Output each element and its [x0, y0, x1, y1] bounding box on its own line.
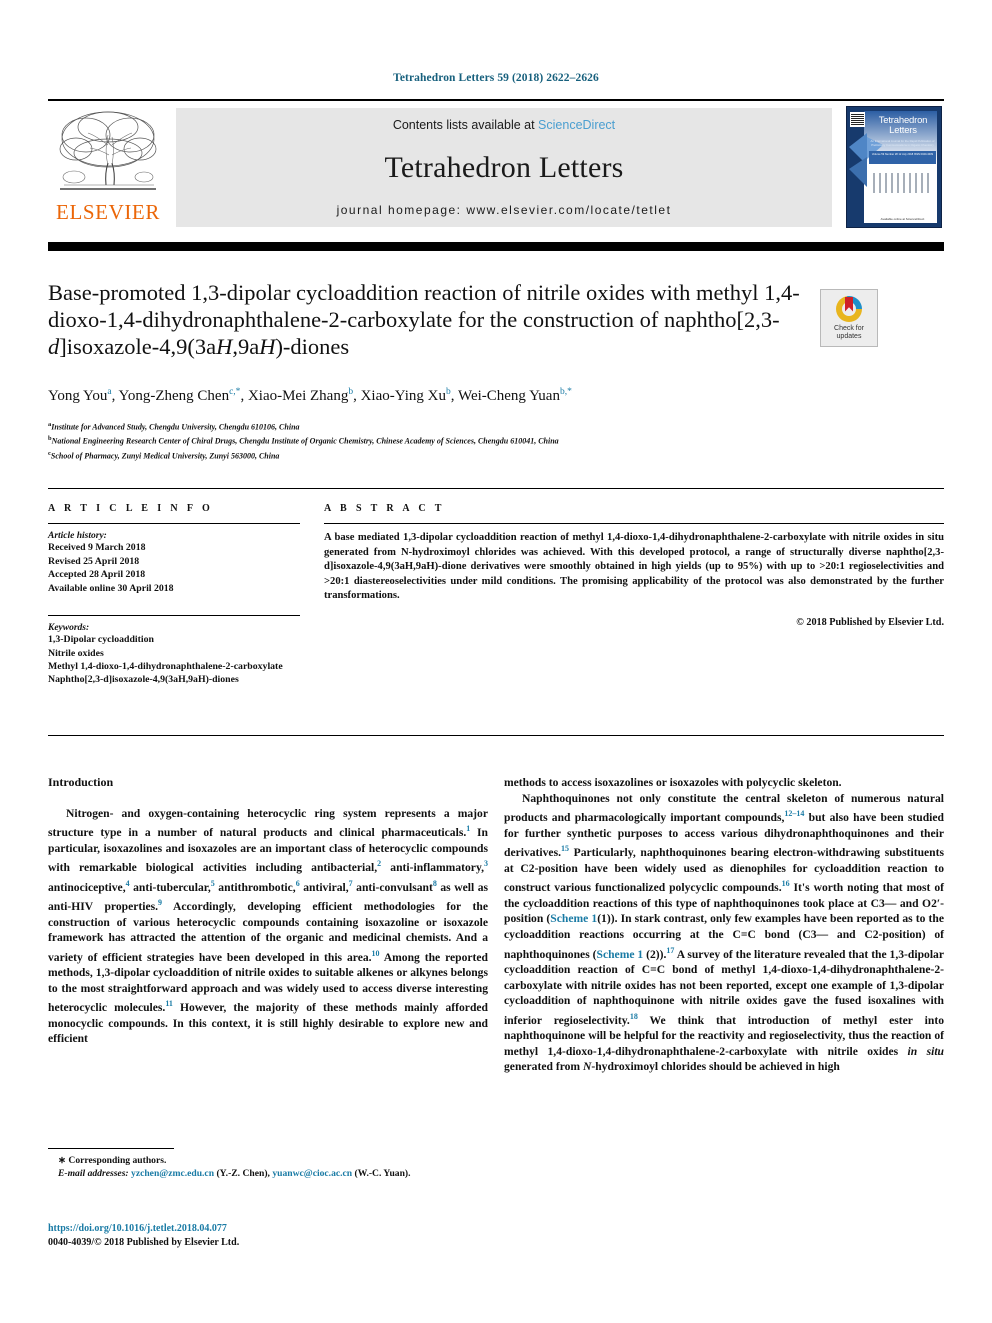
cover-footer-text: Available online at ScienceDirect — [880, 217, 925, 221]
abstract-text: A base mediated 1,3-dipolar cycloadditio… — [324, 532, 944, 601]
crossmark-label: Check for updates — [834, 325, 864, 341]
scheme-1-link[interactable]: Scheme 1 — [597, 947, 644, 960]
cover-title-line2: Letters — [889, 125, 917, 136]
email-label: E-mail addresses: — [58, 1168, 129, 1179]
journal-citation-line: Tetrahedron Letters 59 (2018) 2622–2626 — [393, 72, 599, 84]
author-affil-marker: b,* — [559, 387, 572, 397]
crossmark-badge[interactable]: Check for updates — [820, 289, 878, 347]
abstract-heading: A B S T R A C T — [324, 503, 445, 514]
affiliation-list: aInstitute for Advanced Study, Chengdu U… — [48, 419, 928, 462]
cover-scheme-graphic — [873, 173, 933, 193]
article-info-rule — [48, 523, 300, 524]
journal-article-page: Tetrahedron Letters 59 (2018) 2622–2626 — [0, 0, 992, 1323]
author-affil-marker: a — [107, 387, 112, 397]
author-name: Wei-Cheng Yuan — [457, 388, 560, 404]
abstract-copyright: © 2018 Published by Elsevier Ltd. — [796, 616, 944, 628]
footnote-rule — [48, 1148, 174, 1149]
body-column-right: methods to access isoxazolines or isoxaz… — [504, 775, 944, 1075]
body-paragraph: methods to access isoxazolines or isoxaz… — [504, 776, 842, 789]
abstract-section: A B S T R A C T A base mediated 1,3-dipo… — [324, 503, 944, 628]
abstract-rule — [324, 523, 944, 524]
article-history-item: Revised 25 April 2018 — [48, 555, 140, 567]
page-title: Base-promoted 1,3-dipolar cycloaddition … — [48, 280, 800, 360]
affiliation-item: bNational Engineering Research Center of… — [48, 433, 928, 447]
keywords-rule — [48, 615, 300, 617]
author-affil-marker: c,* — [229, 387, 241, 397]
affiliation-item: aInstitute for Advanced Study, Chengdu U… — [48, 419, 928, 433]
scheme-1-link[interactable]: Scheme 1 — [550, 912, 597, 925]
crossmark-icon — [836, 295, 862, 322]
affiliation-item: cSchool of Pharmacy, Zunyi Medical Unive… — [48, 448, 928, 462]
article-history-label: Article history: — [48, 531, 107, 541]
email-owner-yuan: (W.-C. Yuan). — [354, 1168, 411, 1179]
author-name: Yong-Zheng Chen — [118, 388, 230, 404]
doi-link[interactable]: https://doi.org/10.1016/j.tetlet.2018.04… — [48, 1223, 227, 1234]
elsevier-logo: ELSEVIER — [48, 101, 168, 235]
keyword-item: Naphtho[2,3-d]isoxazole-4,9(3aH,9aH)-dio… — [48, 674, 239, 686]
cover-qr-icon — [850, 112, 865, 127]
keyword-item: Nitrile oxides — [48, 647, 104, 659]
keywords-label: Keywords: — [48, 623, 90, 634]
elsevier-wordmark: ELSEVIER — [56, 200, 160, 224]
contents-available-line: Contents lists available at ScienceDirec… — [393, 118, 615, 132]
introduction-heading: Introduction — [48, 775, 114, 789]
cover-issue-text: Volume 59 Number 28 12 July 2018 ISSN 00… — [871, 153, 934, 156]
corresponding-author-note: ∗ Corresponding authors. — [58, 1155, 167, 1166]
email-addresses-note: E-mail addresses: yzchen@zmc.edu.cn (Y.-… — [48, 1167, 488, 1180]
crossmark-label-line2: updates — [836, 332, 862, 340]
author-affil-marker: b — [348, 387, 354, 397]
affiliation-text: Institute for Advanced Study, Chengdu Un… — [51, 422, 300, 432]
article-info-section: A R T I C L E I N F O Article history: R… — [48, 503, 300, 687]
article-info-heading: A R T I C L E I N F O — [48, 503, 214, 514]
keyword-item: 1,3-Dipolar cycloaddition — [48, 634, 154, 646]
author-name: Yong You — [48, 388, 108, 404]
elsevier-tree-icon — [56, 105, 160, 201]
crossmark-label-line1: Check for — [834, 324, 864, 332]
journal-cover-thumbnail[interactable]: Tetrahedron Letters An International Jou… — [840, 101, 944, 235]
journal-homepage-link[interactable]: journal homepage: www.elsevier.com/locat… — [337, 203, 672, 217]
cover-subtitle: An International Journal for the Rapid P… — [870, 139, 935, 147]
doi-block: https://doi.org/10.1016/j.tetlet.2018.04… — [48, 1222, 488, 1250]
article-history-item: Available online 30 April 2018 — [48, 582, 174, 594]
cover-image: Tetrahedron Letters An International Jou… — [846, 106, 942, 228]
email-owner-chen: (Y.-Z. Chen), — [216, 1168, 270, 1179]
contents-prefix: Contents lists available at — [392, 118, 539, 132]
author-name: Xiao-Ying Xu — [360, 388, 446, 404]
cover-issue-band: Volume 59 Number 28 12 July 2018 ISSN 00… — [869, 151, 936, 164]
article-history-item: Accepted 28 April 2018 — [48, 569, 146, 581]
affiliation-text: National Engineering Research Center of … — [51, 436, 559, 446]
masthead-bottom-rule — [48, 242, 944, 251]
email-link-chen[interactable]: yzchen@zmc.edu.cn — [131, 1168, 214, 1179]
contents-panel: Contents lists available at ScienceDirec… — [176, 108, 832, 227]
footnote-block: ∗ Corresponding authors. E-mail addresse… — [48, 1148, 488, 1180]
article-history-item: Received 9 March 2018 — [48, 542, 146, 553]
author-name: Xiao-Mei Zhang — [247, 388, 349, 404]
sciencedirect-link[interactable]: ScienceDirect — [538, 118, 615, 132]
keyword-item: Methyl 1,4-dioxo-1,4-dihydronaphthalene-… — [48, 660, 283, 672]
author-list: Yong Youa, Yong-Zheng Chenc,*, Xiao-Mei … — [48, 387, 572, 404]
body-paragraph: Nitrogen- and oxygen-containing heterocy… — [48, 806, 489, 1046]
body-column-left: Introduction Nitrogen- and oxygen-contai… — [48, 775, 488, 1047]
journal-masthead: ELSEVIER Contents lists available at Sci… — [48, 99, 944, 235]
email-link-yuan[interactable]: yuanwc@cioc.ac.cn — [272, 1168, 352, 1179]
cover-title: Tetrahedron Letters — [869, 116, 937, 136]
affiliation-text: School of Pharmacy, Zunyi Medical Univer… — [50, 451, 280, 461]
author-affil-marker: b — [446, 387, 451, 397]
issn-copyright-line: 0040-4039/© 2018 Published by Elsevier L… — [48, 1237, 240, 1248]
journal-title: Tetrahedron Letters — [384, 150, 624, 184]
body-paragraph: Naphthoquinones not only constitute the … — [504, 791, 945, 1074]
